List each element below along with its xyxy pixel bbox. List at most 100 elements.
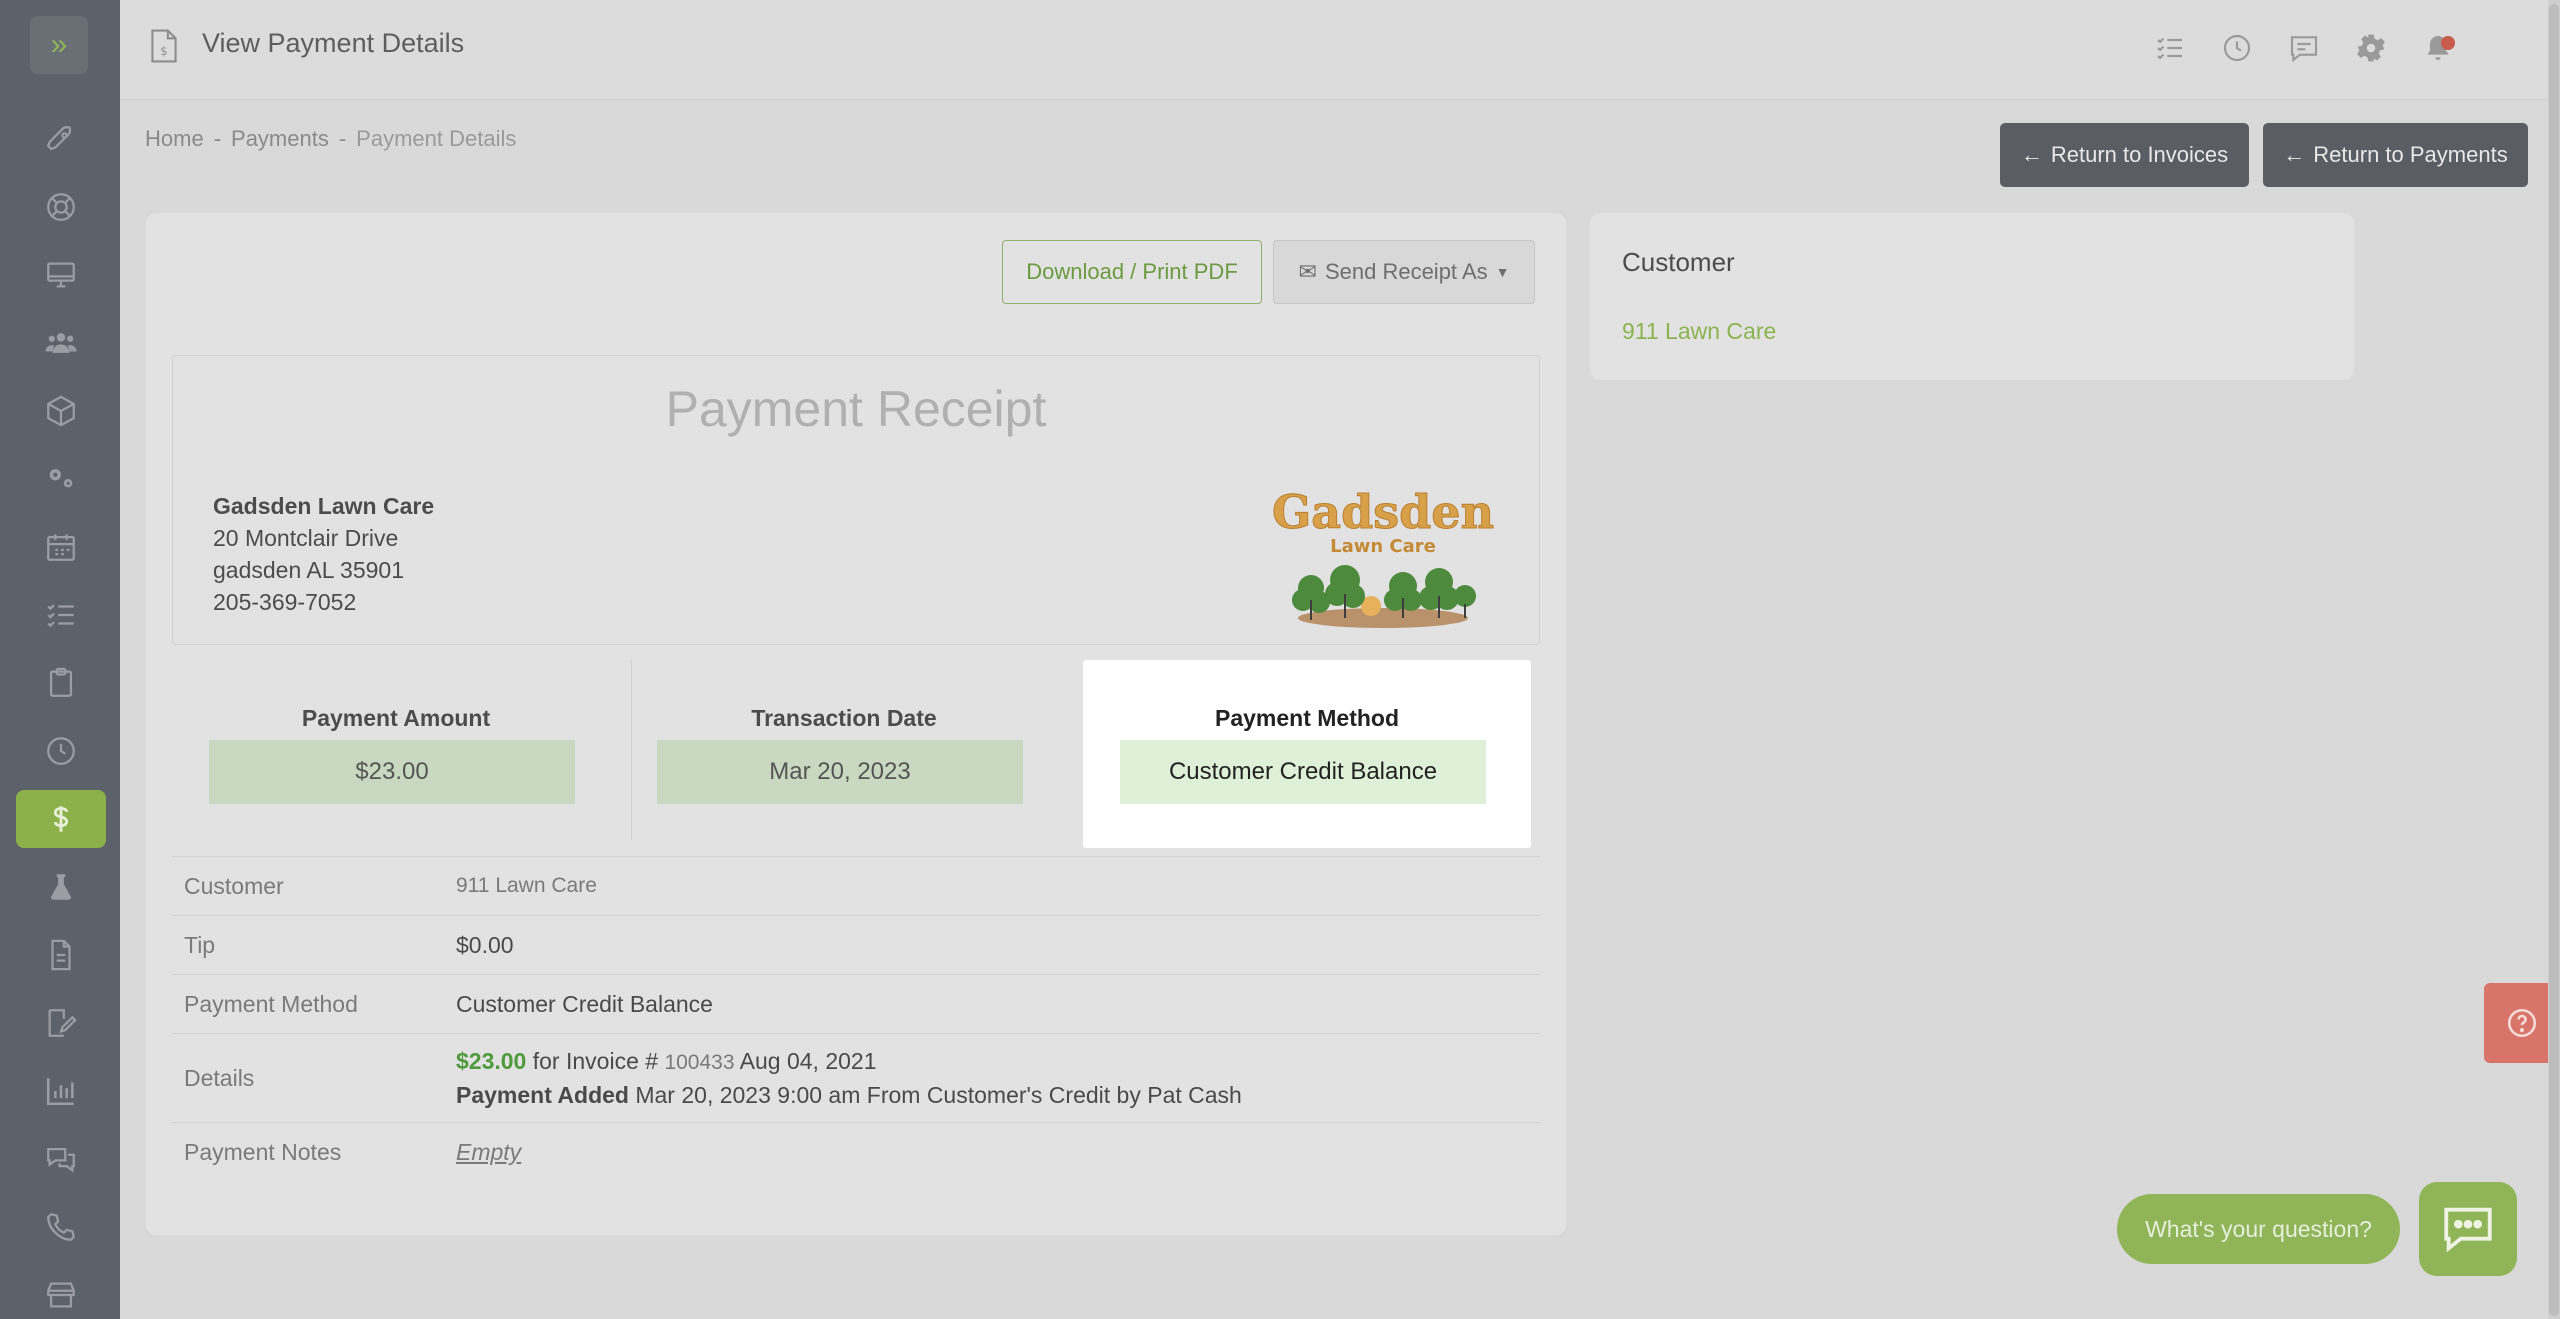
svg-text:Gadsden: Gadsden bbox=[1272, 488, 1494, 539]
breadcrumb-payments[interactable]: Payments bbox=[231, 126, 329, 152]
sidebar-item-dashboard[interactable] bbox=[16, 246, 106, 304]
details-line-2: Payment Added Mar 20, 2023 9:00 am From … bbox=[456, 1081, 1242, 1108]
customer-name-link[interactable]: 911 Lawn Care bbox=[1622, 318, 1776, 345]
row-label: Details bbox=[184, 1064, 255, 1091]
sidebar-item-settings[interactable] bbox=[16, 450, 106, 508]
company-info: Gadsden Lawn Care 20 Montclair Drive gad… bbox=[213, 490, 434, 618]
sidebar-item-store[interactable] bbox=[16, 1266, 106, 1319]
company-address-line1: 20 Montclair Drive bbox=[213, 525, 399, 551]
payment-method-value: Customer Credit Balance bbox=[456, 990, 713, 1017]
sidebar-item-work-orders[interactable] bbox=[16, 654, 106, 712]
clipboard-icon bbox=[49, 667, 73, 697]
breadcrumb: Home - Payments - Payment Details bbox=[145, 126, 516, 152]
checklist-icon bbox=[47, 604, 74, 628]
svg-text:Lawn Care: Lawn Care bbox=[1330, 536, 1436, 557]
checklist-icon[interactable] bbox=[2154, 32, 2186, 64]
arrow-left-icon: ← bbox=[2020, 142, 2043, 167]
gears-icon bbox=[49, 469, 73, 488]
calendar-icon bbox=[47, 534, 75, 561]
sidebar-item-calendar[interactable] bbox=[16, 518, 106, 576]
table-row: Payment Notes Empty bbox=[172, 1122, 1540, 1181]
notification-badge bbox=[2441, 36, 2455, 50]
sidebar-item-payments[interactable] bbox=[16, 790, 106, 848]
breadcrumb-separator: - bbox=[213, 126, 222, 151]
sidebar-item-reports[interactable] bbox=[16, 1062, 106, 1120]
download-pdf-button[interactable]: Download / Print PDF bbox=[1002, 240, 1262, 304]
breadcrumb-separator: - bbox=[338, 126, 347, 151]
clock-icon[interactable] bbox=[2221, 32, 2253, 64]
stat-value: $23.00 bbox=[209, 740, 575, 804]
chat-bubbles-icon bbox=[47, 1147, 75, 1173]
stat-label: Payment Amount bbox=[301, 705, 491, 731]
message-icon[interactable] bbox=[2288, 32, 2320, 64]
details-value: $23.00 for Invoice # 100433 Aug 04, 2021… bbox=[456, 1034, 1242, 1122]
phone-icon bbox=[47, 1212, 76, 1241]
monitor-icon bbox=[47, 262, 75, 288]
stat-value: Customer Credit Balance bbox=[1120, 740, 1486, 804]
sidebar-item-documents[interactable] bbox=[16, 926, 106, 984]
invoice-date: Aug 04, 2021 bbox=[739, 1047, 877, 1074]
table-row: Tip $0.00 bbox=[172, 915, 1540, 974]
stat-label: Payment Method bbox=[1214, 705, 1400, 731]
invoice-number-link[interactable]: 100433 bbox=[664, 1051, 734, 1074]
sidebar-item-estimates[interactable] bbox=[16, 994, 106, 1052]
dollar-icon bbox=[53, 806, 69, 832]
table-row: Customer 911 Lawn Care bbox=[172, 856, 1540, 915]
page-title: View Payment Details bbox=[202, 28, 465, 58]
stat-value: Mar 20, 2023 bbox=[657, 740, 1023, 804]
double-chevron-right-icon: » bbox=[50, 28, 68, 61]
rocket-icon bbox=[46, 126, 72, 151]
row-label: Tip bbox=[184, 931, 216, 958]
sidebar-item-tasks[interactable] bbox=[16, 586, 106, 644]
scrollbar-thumb[interactable] bbox=[2549, 4, 2559, 1316]
chat-prompt-bubble[interactable]: What's your question? bbox=[2117, 1194, 2400, 1264]
gear-icon[interactable] bbox=[2355, 32, 2387, 64]
breadcrumb-current: Payment Details bbox=[356, 126, 517, 151]
clock-icon bbox=[47, 737, 75, 765]
question-circle-icon bbox=[2507, 1008, 2537, 1038]
cube-icon bbox=[47, 395, 75, 427]
payment-details-card: Download / Print PDF ✉ Send Receipt As ▼… bbox=[146, 213, 1566, 1235]
row-label: Payment Method bbox=[184, 990, 358, 1017]
chat-launcher-button[interactable] bbox=[2419, 1182, 2517, 1276]
envelope-icon: ✉ bbox=[1298, 259, 1317, 284]
caret-down-icon: ▼ bbox=[1495, 264, 1510, 280]
bar-chart-icon bbox=[46, 1078, 74, 1106]
row-label: Customer bbox=[184, 872, 284, 899]
users-icon bbox=[45, 333, 77, 353]
receipt-title: Payment Receipt bbox=[665, 381, 1047, 437]
company-logo: Gadsden Lawn Care bbox=[1271, 488, 1495, 628]
customer-link[interactable]: 911 Lawn Care bbox=[456, 857, 597, 915]
store-icon bbox=[47, 1282, 75, 1308]
send-receipt-dropdown[interactable]: ✉ Send Receipt As ▼ bbox=[1273, 240, 1535, 304]
breadcrumb-home[interactable]: Home bbox=[145, 126, 204, 152]
return-to-invoices-button[interactable]: ← Return to Invoices bbox=[2000, 123, 2249, 187]
customer-card: Customer 911 Lawn Care bbox=[1590, 213, 2354, 380]
sidebar-item-calls[interactable] bbox=[16, 1198, 106, 1256]
top-header: $ View Payment Details bbox=[120, 0, 2560, 100]
flask-icon bbox=[50, 874, 72, 900]
receipt-header: Payment Receipt Gadsden Lawn Care 20 Mon… bbox=[172, 355, 1540, 645]
sidebar-item-time[interactable] bbox=[16, 722, 106, 780]
applied-amount: $23.00 bbox=[456, 1047, 527, 1074]
svg-text:$: $ bbox=[160, 44, 167, 58]
invoice-dollar-icon: $ bbox=[151, 29, 177, 63]
arrow-left-icon: ← bbox=[2283, 142, 2306, 167]
payment-notes-editable[interactable]: Empty bbox=[456, 1139, 521, 1166]
return-to-payments-button[interactable]: ← Return to Payments bbox=[2263, 123, 2528, 187]
stat-label: Transaction Date bbox=[751, 705, 937, 731]
sidebar-item-products[interactable] bbox=[16, 382, 106, 440]
company-phone: 205-369-7052 bbox=[213, 589, 357, 615]
row-label: Payment Notes bbox=[184, 1138, 342, 1165]
chat-icon bbox=[2444, 1207, 2492, 1253]
sidebar-item-getting-started[interactable] bbox=[16, 110, 106, 168]
company-name: Gadsden Lawn Care bbox=[213, 493, 435, 519]
payment-method-stat: Payment Method Customer Credit Balance bbox=[1083, 660, 1531, 848]
table-row: Details $23.00 for Invoice # 100433 Aug … bbox=[172, 1033, 1540, 1122]
sidebar-item-support[interactable] bbox=[16, 178, 106, 236]
sidebar-item-customers[interactable] bbox=[16, 314, 106, 372]
sidebar-toggle-button[interactable]: » bbox=[30, 16, 88, 74]
sidebar-item-labs[interactable] bbox=[16, 858, 106, 916]
sidebar-item-messages[interactable] bbox=[16, 1130, 106, 1188]
payment-detail-table: Customer 911 Lawn Care Tip $0.00 Payment… bbox=[172, 856, 1540, 1181]
